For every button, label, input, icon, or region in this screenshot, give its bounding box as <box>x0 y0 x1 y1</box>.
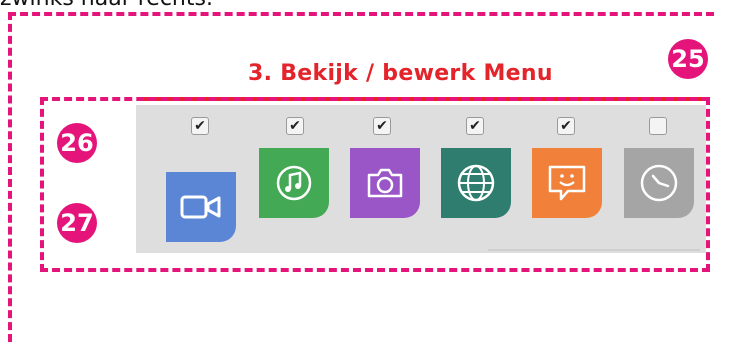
outer-dashed-frame-top <box>8 12 714 16</box>
highlight-box-menu-items <box>40 97 710 272</box>
menu-title: 3. Bekijk / bewerk Menu <box>248 61 553 86</box>
outer-dashed-frame-left <box>8 12 12 342</box>
badge-25: 25 <box>668 39 708 79</box>
menu-header: 3. Bekijk / bewerk Menu <box>128 58 710 98</box>
badge-26: 26 <box>57 123 97 163</box>
top-caption: zwinks naar rechts. <box>0 0 213 11</box>
badge-27: 27 <box>57 203 97 243</box>
